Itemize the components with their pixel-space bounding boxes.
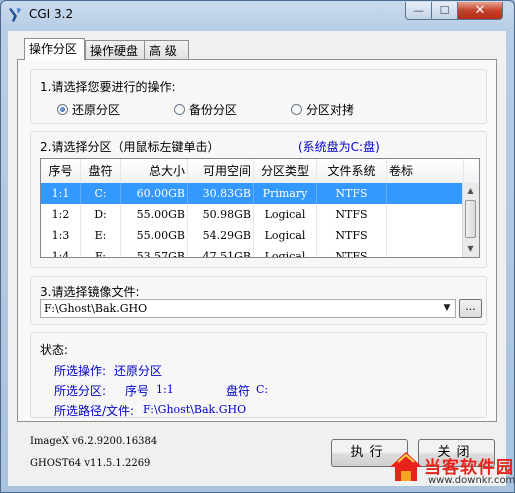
partition-list-header: 序号 盘符 总大小 可用空间 分区类型 文件系统 卷标 — [41, 159, 479, 184]
cell-partition-type: Logical — [254, 246, 317, 257]
system-disk-note: (系统盘为C:盘) — [298, 140, 380, 154]
partition-list-scrollbar[interactable]: ▲ ▼ — [462, 183, 479, 257]
tab-advanced[interactable]: 高 级 — [144, 40, 189, 59]
cell-total-size: 55.00GB — [121, 204, 188, 225]
house-logo-icon — [390, 452, 422, 481]
radio-copy-label: 分区对拷 — [306, 103, 355, 117]
status-partition-drive-label: 盘符 — [226, 384, 251, 398]
column-header-volume-label[interactable]: 卷标 — [387, 159, 464, 183]
status-partition-label: 所选分区: — [54, 384, 107, 398]
cell-index: 1:3 — [41, 225, 81, 246]
column-header-total-size[interactable]: 总大小 — [121, 159, 188, 183]
cell-volume-label — [387, 183, 464, 204]
status-title: 状态: — [40, 343, 69, 357]
ghost-version: GHOST64 v11.5.1.2269 — [30, 458, 151, 469]
partition-row[interactable]: 1:4 F: 53.57GB 47.51GB Logical NTFS — [41, 246, 464, 257]
image-file-value: F:\Ghost\Bak.GHO — [44, 302, 148, 315]
radio-restore-label: 还原分区 — [72, 103, 121, 117]
partition-row[interactable]: 1:2 D: 55.00GB 50.98GB Logical NTFS — [41, 204, 464, 225]
maximize-button[interactable]: ☐ — [431, 2, 458, 20]
cell-file-system: NTFS — [317, 246, 387, 257]
imagex-version: ImageX v6.2.9200.16384 — [30, 436, 158, 447]
radio-backup-partition[interactable]: 备份分区 — [174, 101, 237, 118]
scroll-up-arrow-icon[interactable]: ▲ — [463, 183, 478, 198]
cell-free-space: 54.29GB — [188, 225, 254, 246]
browse-button[interactable]: ... — [459, 299, 482, 318]
watermark: 当客软件园 www.downkr.com — [388, 448, 515, 491]
cell-file-system: NTFS — [317, 204, 387, 225]
partition-list[interactable]: 序号 盘符 总大小 可用空间 分区类型 文件系统 卷标 1:1 C: 60.00… — [40, 158, 480, 258]
watermark-url: www.downkr.com — [428, 475, 515, 486]
tab-disk-ops[interactable]: 操作硬盘 — [85, 40, 145, 59]
cell-file-system: NTFS — [317, 225, 387, 246]
cell-free-space: 50.98GB — [188, 204, 254, 225]
status-operation-value: 还原分区 — [114, 364, 163, 378]
cell-drive: E: — [81, 225, 121, 246]
cell-total-size: 53.57GB — [121, 246, 188, 257]
column-header-file-system[interactable]: 文件系统 — [317, 159, 387, 183]
column-header-partition-type[interactable]: 分区类型 — [254, 159, 317, 183]
radio-selected-indicator — [57, 104, 68, 115]
cell-index: 1:4 — [41, 246, 81, 257]
image-file-group-title: 3.请选择镜像文件: — [40, 285, 140, 299]
chevron-down-icon[interactable]: ▼ — [439, 300, 455, 317]
radio-indicator — [174, 104, 185, 115]
cell-free-space: 30.83GB — [188, 183, 254, 204]
partition-group-title: 2.请选择分区（用鼠标左键单击） — [40, 140, 220, 154]
column-header-drive[interactable]: 盘符 — [81, 159, 121, 183]
partition-row[interactable]: 1:1 C: 60.00GB 30.83GB Primary NTFS — [41, 183, 464, 204]
app-logo-icon — [9, 8, 21, 22]
column-header-free-space[interactable]: 可用空间 — [188, 159, 254, 183]
close-window-button[interactable]: ✕ — [457, 2, 503, 20]
status-operation-label: 所选操作: — [54, 364, 107, 378]
cell-total-size: 60.00GB — [121, 183, 188, 204]
status-partition-drive: C: — [256, 383, 269, 396]
cell-total-size: 55.00GB — [121, 225, 188, 246]
radio-restore-partition[interactable]: 还原分区 — [57, 101, 120, 118]
operation-group-title: 1.请选择您要进行的操作: — [40, 80, 176, 94]
cell-partition-type: Logical — [254, 204, 317, 225]
cell-partition-type: Primary — [254, 183, 317, 204]
scroll-down-arrow-icon[interactable]: ▼ — [463, 241, 478, 256]
cell-volume-label — [387, 225, 464, 246]
radio-copy-partition[interactable]: 分区对拷 — [291, 101, 354, 118]
cell-file-system: NTFS — [317, 183, 387, 204]
cell-volume-label — [387, 204, 464, 225]
title-bar[interactable]: CGI 3.2 — ☐ ✕ — [1, 1, 514, 29]
status-partition-index: 1:1 — [156, 383, 174, 396]
cell-index: 1:1 — [41, 183, 81, 204]
minimize-button[interactable]: — — [405, 2, 432, 20]
tab-partition-ops[interactable]: 操作分区 — [24, 38, 85, 60]
status-partition-index-label: 序号 — [125, 384, 150, 398]
cell-drive: C: — [81, 183, 121, 204]
image-file-select[interactable]: F:\Ghost\Bak.GHO ▼ — [40, 299, 456, 318]
cell-partition-type: Logical — [254, 225, 317, 246]
partition-row[interactable]: 1:3 E: 55.00GB 54.29GB Logical NTFS — [41, 225, 464, 246]
status-path-label: 所选路径/文件: — [54, 404, 135, 418]
radio-indicator — [291, 104, 302, 115]
radio-backup-label: 备份分区 — [189, 103, 238, 117]
cell-drive: F: — [81, 246, 121, 257]
cell-free-space: 47.51GB — [188, 246, 254, 257]
cell-index: 1:2 — [41, 204, 81, 225]
cell-drive: D: — [81, 204, 121, 225]
scroll-thumb[interactable] — [465, 200, 476, 238]
column-header-index[interactable]: 序号 — [41, 159, 81, 183]
window-title: CGI 3.2 — [29, 7, 74, 21]
status-path-value: F:\Ghost\Bak.GHO — [143, 403, 247, 416]
cell-volume-label — [387, 246, 464, 257]
